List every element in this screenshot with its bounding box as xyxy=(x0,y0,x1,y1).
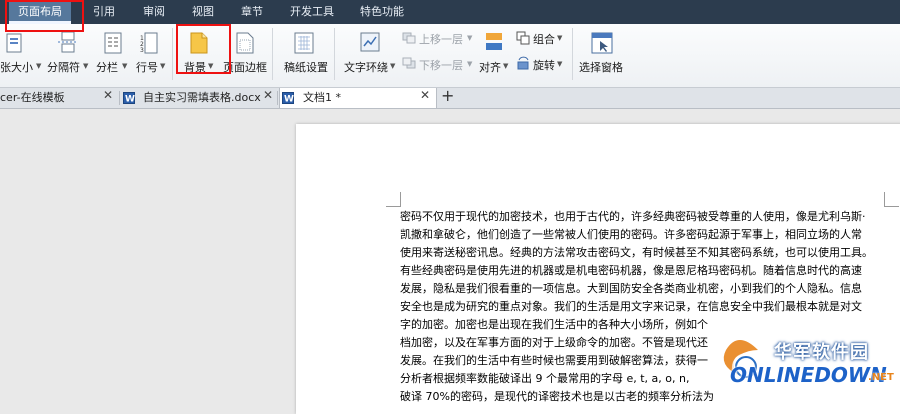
send-backward-icon xyxy=(402,57,416,69)
doc-line: 字的加密。加密也是出现在我们生活中的各种大小场所，例如个 xyxy=(400,318,708,331)
chevron-down-icon: ▼ xyxy=(122,62,128,70)
svg-text:3: 3 xyxy=(140,47,144,54)
bring-forward-button[interactable]: 上移一层 xyxy=(419,31,463,47)
watermark-suffix-text: .NET xyxy=(868,372,894,383)
chevron-down-icon: ▼ xyxy=(557,34,563,42)
line-number-icon: 123 xyxy=(140,32,158,54)
doc-line: 使用来寄送秘密讯息。经典的方法常攻击密码文，有时候甚至不知其密码系统，也可以使用… xyxy=(400,246,873,259)
rotate-button[interactable]: 旋转 xyxy=(533,57,555,73)
close-icon[interactable]: ✕ xyxy=(420,88,430,102)
doc-line: 档加密，以及在军事方面的对于上级命令的加密。不管是现代还 xyxy=(400,336,708,349)
bring-forward-icon xyxy=(402,32,416,44)
chevron-down-icon: ▼ xyxy=(467,34,473,42)
group-button[interactable]: 组合 xyxy=(533,31,555,47)
doc-w-icon: W xyxy=(123,92,135,104)
doc-line: 安全也是成为研究的重点对象。我们的生活是用文字来记录，在信息安全中我们最根本就是… xyxy=(400,300,862,313)
menu-special-features[interactable]: 特色功能 xyxy=(350,0,414,24)
chevron-down-icon: ▼ xyxy=(390,62,396,70)
close-icon[interactable]: ✕ xyxy=(103,88,113,102)
ribbon-toolbar: 张大小 ▼ 分隔符 ▼ 分栏 ▼ 123 行号 ▼ 背景 ▼ 页面边框 稿纸设置… xyxy=(0,24,900,88)
tab-label: cer-在线模板 xyxy=(0,91,65,104)
line-number-button[interactable]: 行号 xyxy=(136,59,158,75)
chevron-down-icon: ▼ xyxy=(503,62,509,70)
svg-text:W: W xyxy=(125,95,135,105)
ribbon-divider xyxy=(334,28,335,80)
tab-divider xyxy=(119,91,120,105)
doc-line: 密码不仅用于现代的加密技术，也用于古代的，许多经典密码被受尊重的人使用，像是尤利… xyxy=(400,210,866,223)
tab-document1[interactable]: W 文档1 * xyxy=(279,88,437,108)
send-backward-button[interactable]: 下移一层 xyxy=(419,57,463,73)
tab-online-templates[interactable]: cer-在线模板 xyxy=(0,88,118,108)
columns-icon xyxy=(104,32,122,54)
menu-references[interactable]: 引用 xyxy=(84,0,124,24)
chevron-down-icon: ▼ xyxy=(83,62,89,70)
chevron-down-icon: ▼ xyxy=(160,62,166,70)
group-icon xyxy=(516,31,530,45)
manuscript-settings-button[interactable]: 稿纸设置 xyxy=(284,59,328,75)
ribbon-divider xyxy=(172,28,173,80)
menu-review[interactable]: 审阅 xyxy=(134,0,174,24)
align-button[interactable]: 对齐 xyxy=(479,59,501,75)
close-icon[interactable]: ✕ xyxy=(263,88,273,102)
new-tab-button[interactable]: + xyxy=(441,86,454,105)
doc-line: 发展。在我们的生活中有些时候也需要用到破解密算法，获得一 xyxy=(400,354,708,367)
tab-divider xyxy=(277,91,278,105)
tab-label: 文档1 * xyxy=(303,91,341,104)
doc-w-icon: W xyxy=(282,92,294,104)
text-wrap-icon xyxy=(360,32,380,52)
ribbon-divider xyxy=(272,28,273,80)
selection-pane-button[interactable]: 选择窗格 xyxy=(579,59,623,75)
paper-size-button[interactable]: 张大小 xyxy=(0,59,33,75)
menu-bar: 页面布局 引用 审阅 视图 章节 开发工具 特色功能 xyxy=(0,0,900,24)
watermark-cn-text: 华军软件园 xyxy=(774,342,869,363)
margin-corner-mark xyxy=(884,192,899,207)
menu-view[interactable]: 视图 xyxy=(183,0,223,24)
manuscript-grid-icon xyxy=(294,32,314,54)
margin-corner-mark xyxy=(386,192,401,207)
selection-pane-icon xyxy=(591,32,613,54)
menu-chapter[interactable]: 章节 xyxy=(232,0,272,24)
chevron-down-icon: ▼ xyxy=(36,62,42,70)
separator-button[interactable]: 分隔符 xyxy=(47,59,80,75)
rotate-icon xyxy=(517,56,529,70)
chevron-down-icon: ▼ xyxy=(557,60,563,68)
highlight-background xyxy=(176,24,231,74)
text-wrap-button[interactable]: 文字环绕 xyxy=(344,59,388,75)
page-border-icon xyxy=(236,32,254,54)
doc-line: 有些经典密码是使用先进的机器或是机电密码机器，像是恩尼格玛密码机。随着信息时代的… xyxy=(400,264,862,277)
doc-line: 发展，隐私是我们很看重的一项信息。大到国防安全各类商业机密，小到我们的个人隐私。… xyxy=(400,282,862,295)
chevron-down-icon: ▼ xyxy=(467,60,473,68)
document-tab-bar: cer-在线模板 ✕ W 自主实习需填表格.docx ✕ W 文档1 * ✕ + xyxy=(0,86,900,109)
doc-line: 凯撒和拿破仑，他们创造了一些常被人们使用的密码。许多密码起源于军事上，相同立场的… xyxy=(400,228,862,241)
doc-line: 破译 70%的密码，是现代的译密技术也是以古老的频率分析法为 xyxy=(400,390,714,403)
paper-size-icon xyxy=(6,33,22,53)
ribbon-divider xyxy=(572,28,573,80)
align-icon xyxy=(486,33,502,50)
doc-line: 分析者根据频率数能破译出 9 个最常用的字母 e, t, a, o, n, xyxy=(400,372,690,385)
svg-text:W: W xyxy=(284,95,294,105)
tab-internship-form[interactable]: W 自主实习需填表格.docx xyxy=(121,88,277,108)
columns-button[interactable]: 分栏 xyxy=(96,59,118,75)
tab-label: 自主实习需填表格.docx xyxy=(143,91,261,104)
watermark-logo: 华军软件园 ONLINEDOWN .NET xyxy=(718,320,900,401)
page-break-icon xyxy=(58,31,78,53)
menu-developer[interactable]: 开发工具 xyxy=(284,0,340,24)
highlight-page-layout xyxy=(5,0,84,32)
watermark-en-text: ONLINEDOWN xyxy=(730,363,887,387)
